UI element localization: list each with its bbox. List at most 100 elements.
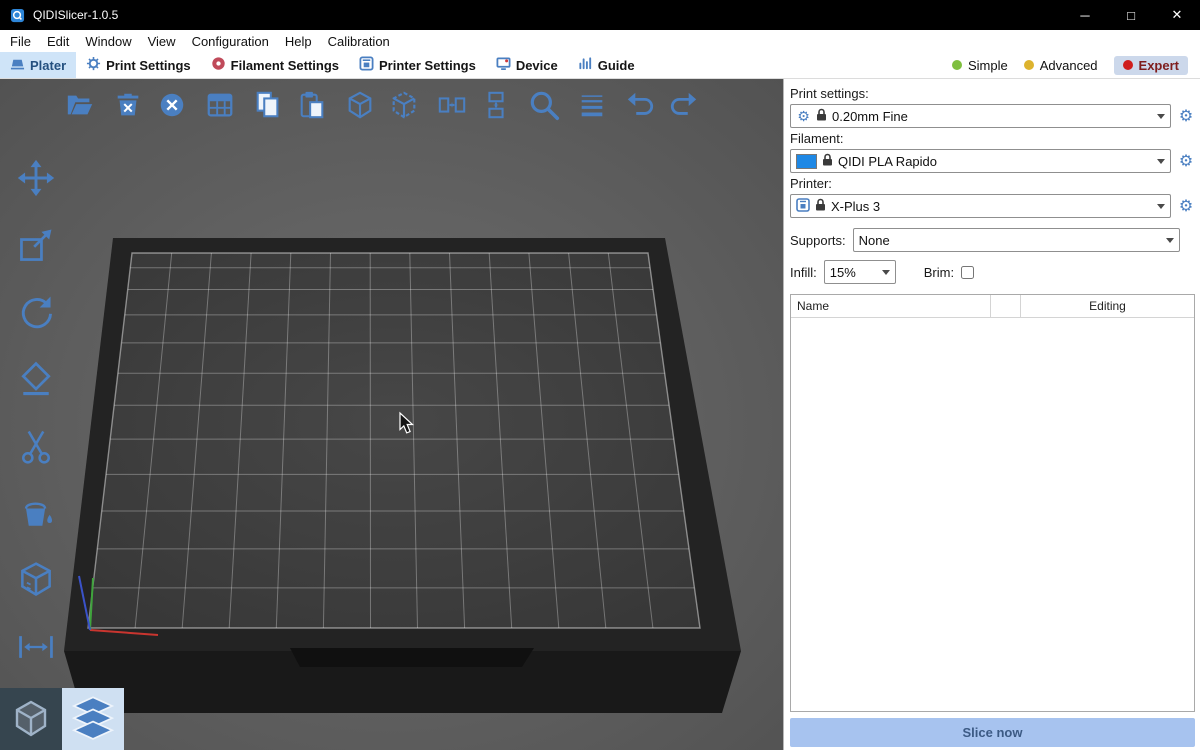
place-on-face-tool-icon xyxy=(16,359,56,399)
arrange-icon xyxy=(205,90,235,120)
printer-value: X-Plus 3 xyxy=(831,199,1152,214)
print-bed xyxy=(64,238,741,713)
infill-label: Infill: xyxy=(790,265,817,280)
object-list: Name Editing xyxy=(790,294,1195,712)
printer-label: Printer: xyxy=(790,176,1196,191)
mode-switcher: Simple Advanced Expert xyxy=(952,56,1200,75)
add-instance-icon xyxy=(345,90,375,120)
copy-button[interactable] xyxy=(250,87,286,123)
brim-checkbox[interactable] xyxy=(961,266,974,279)
settings-sidebar: Print settings: ⚙ 0.20mm Fine ⚙ Filament… xyxy=(783,79,1200,750)
split-objects-icon xyxy=(437,90,467,120)
scale-tool-icon xyxy=(16,225,56,265)
qidislicer-window: QIDISlicer-1.0.5 ─ □ ✕ File Edit Window … xyxy=(0,0,1200,750)
menu-view[interactable]: View xyxy=(140,30,184,52)
menu-file[interactable]: File xyxy=(2,30,39,52)
variable-layer-height-button[interactable] xyxy=(574,87,610,123)
chevron-down-icon xyxy=(1157,114,1165,123)
titlebar: QIDISlicer-1.0.5 ─ □ ✕ xyxy=(0,0,1200,30)
move-tool-button[interactable] xyxy=(15,157,57,199)
supports-value: None xyxy=(859,233,1161,248)
expert-mode-dot-icon xyxy=(1123,60,1133,70)
tab-printer-settings[interactable]: Printer Settings xyxy=(349,52,486,78)
lock-icon xyxy=(822,153,833,169)
print-settings-value: 0.20mm Fine xyxy=(832,109,1152,124)
remove-instance-button[interactable] xyxy=(386,87,422,123)
search-button[interactable] xyxy=(526,87,562,123)
guide-icon xyxy=(578,56,593,74)
undo-icon xyxy=(625,90,655,120)
print-settings-combobox[interactable]: ⚙ 0.20mm Fine xyxy=(790,104,1171,128)
device-icon xyxy=(496,56,511,74)
chevron-down-icon xyxy=(882,270,890,279)
mode-expert[interactable]: Expert xyxy=(1114,56,1188,75)
delete-all-button[interactable] xyxy=(154,87,190,123)
filament-color-swatch xyxy=(796,154,817,169)
rotate-tool-button[interactable] xyxy=(15,291,57,333)
tab-guide[interactable]: Guide xyxy=(568,52,645,78)
edit-print-settings-button[interactable]: ⚙ xyxy=(1176,106,1196,126)
printer-icon xyxy=(796,198,810,215)
window-title: QIDISlicer-1.0.5 xyxy=(33,8,118,22)
measure-tool-icon xyxy=(16,560,56,600)
edit-printer-button[interactable]: ⚙ xyxy=(1176,196,1196,216)
chevron-down-icon xyxy=(1157,159,1165,168)
edit-filament-button[interactable]: ⚙ xyxy=(1176,151,1196,171)
mode-advanced[interactable]: Advanced xyxy=(1024,58,1098,73)
spacing-tool-button[interactable] xyxy=(15,626,57,668)
infill-combobox[interactable]: 15% xyxy=(824,260,896,284)
delete-button[interactable] xyxy=(110,87,146,123)
print-settings-icon xyxy=(86,56,101,74)
paste-button[interactable] xyxy=(294,87,330,123)
filament-settings-icon xyxy=(211,56,226,74)
slice-now-button[interactable]: Slice now xyxy=(790,718,1195,747)
paint-tool-button[interactable] xyxy=(15,492,57,534)
open-folder-button[interactable] xyxy=(62,87,98,123)
paste-icon xyxy=(297,90,327,120)
advanced-mode-dot-icon xyxy=(1024,60,1034,70)
lock-icon xyxy=(815,198,826,214)
variable-layer-height-icon xyxy=(577,90,607,120)
filament-combobox[interactable]: QIDI PLA Rapido xyxy=(790,149,1171,173)
tab-print-settings[interactable]: Print Settings xyxy=(76,52,201,78)
menu-configuration[interactable]: Configuration xyxy=(184,30,277,52)
menu-edit[interactable]: Edit xyxy=(39,30,77,52)
cut-tool-icon xyxy=(16,426,56,466)
split-parts-button[interactable] xyxy=(478,87,514,123)
3d-viewport[interactable] xyxy=(0,79,783,750)
tab-filament-settings[interactable]: Filament Settings xyxy=(201,52,349,78)
cut-tool-button[interactable] xyxy=(15,425,57,467)
close-button[interactable]: ✕ xyxy=(1154,0,1200,30)
infill-value: 15% xyxy=(830,265,877,280)
menu-window[interactable]: Window xyxy=(77,30,139,52)
supports-label: Supports: xyxy=(790,233,846,248)
menu-help[interactable]: Help xyxy=(277,30,320,52)
add-instance-button[interactable] xyxy=(342,87,378,123)
menu-calibration[interactable]: Calibration xyxy=(320,30,398,52)
preview-view-toggle[interactable] xyxy=(62,688,124,750)
gizmo-toolbar xyxy=(10,157,62,668)
chevron-down-icon xyxy=(1166,238,1174,247)
spacing-tool-icon xyxy=(16,627,56,667)
tab-device[interactable]: Device xyxy=(486,52,568,78)
paint-tool-icon xyxy=(16,493,56,533)
measure-tool-button[interactable] xyxy=(15,559,57,601)
editor-view-toggle[interactable] xyxy=(0,688,62,750)
minimize-button[interactable]: ─ xyxy=(1062,0,1108,30)
plater-icon xyxy=(10,56,25,74)
filament-value: QIDI PLA Rapido xyxy=(838,154,1152,169)
arrange-button[interactable] xyxy=(202,87,238,123)
tab-plater[interactable]: Plater xyxy=(0,52,76,78)
printer-combobox[interactable]: X-Plus 3 xyxy=(790,194,1171,218)
split-objects-button[interactable] xyxy=(434,87,470,123)
maximize-button[interactable]: □ xyxy=(1108,0,1154,30)
mode-simple[interactable]: Simple xyxy=(952,58,1008,73)
scale-tool-button[interactable] xyxy=(15,224,57,266)
3d-scene[interactable] xyxy=(0,79,783,750)
print-settings-label: Print settings: xyxy=(790,86,1196,101)
preview-layers-icon xyxy=(67,695,119,743)
redo-button[interactable] xyxy=(666,87,702,123)
undo-button[interactable] xyxy=(622,87,658,123)
supports-combobox[interactable]: None xyxy=(853,228,1180,252)
place-on-face-tool-button[interactable] xyxy=(15,358,57,400)
